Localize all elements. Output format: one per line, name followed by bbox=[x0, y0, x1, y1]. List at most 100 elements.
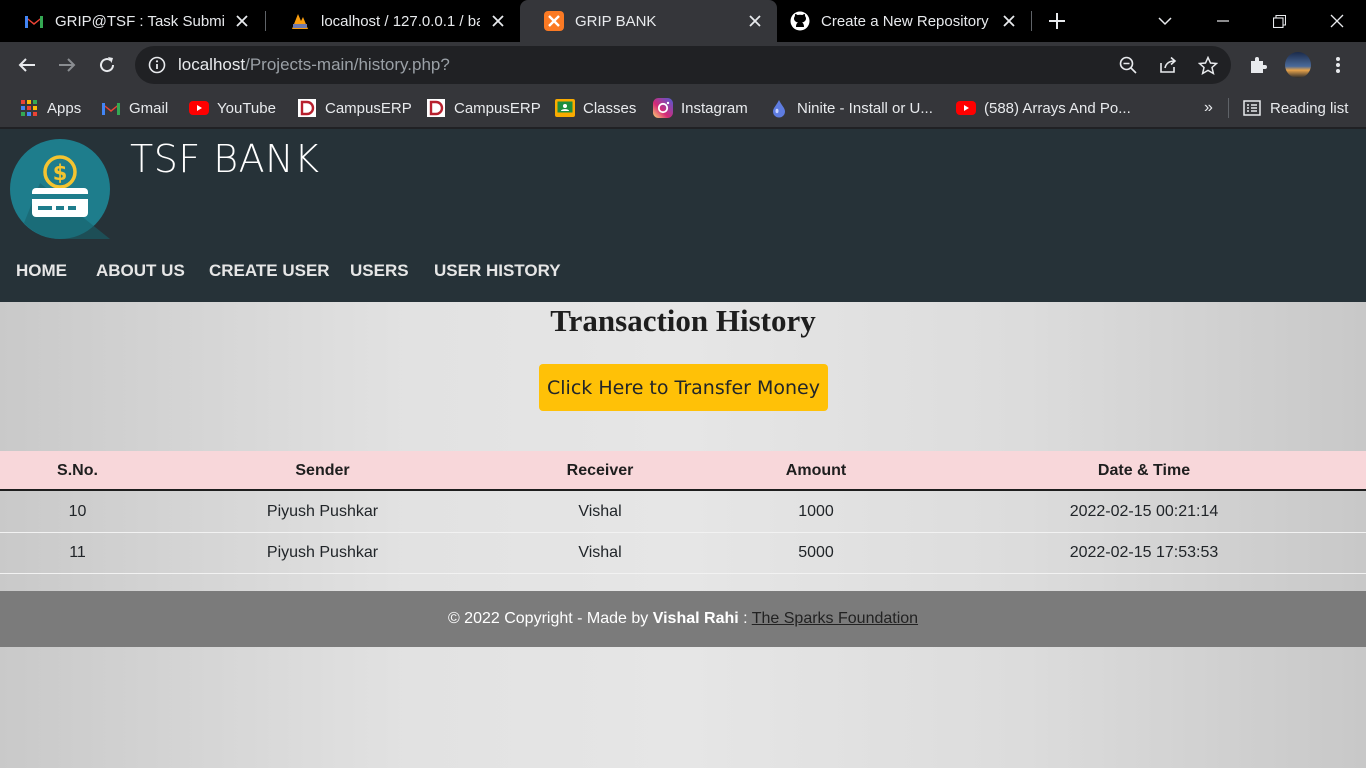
svg-text:$: $ bbox=[53, 161, 68, 185]
tab-github[interactable]: Create a New Repository bbox=[777, 0, 1031, 42]
footer-separator: : bbox=[738, 610, 752, 627]
bookmark-instagram[interactable]: Instagram bbox=[653, 96, 748, 120]
cell-receiver: Vishal bbox=[578, 544, 622, 561]
more-vert-icon bbox=[1336, 57, 1340, 73]
column-header-datetime: Date & Time bbox=[1097, 462, 1191, 479]
profile-button[interactable] bbox=[1282, 49, 1314, 81]
transfer-money-button[interactable]: Click Here to Transfer Money bbox=[539, 364, 828, 411]
gmail-icon bbox=[101, 98, 121, 118]
star-icon bbox=[1198, 55, 1218, 75]
gmail-icon bbox=[24, 11, 44, 31]
share-icon bbox=[1160, 56, 1177, 73]
menu-button[interactable] bbox=[1322, 49, 1354, 81]
column-header-amount: Amount bbox=[785, 462, 847, 479]
zoom-button[interactable] bbox=[1115, 52, 1141, 78]
cell-amount: 5000 bbox=[798, 544, 834, 561]
share-button[interactable] bbox=[1155, 52, 1181, 78]
youtube-icon bbox=[956, 98, 976, 118]
xampp-icon bbox=[544, 11, 564, 31]
cell-sno: 10 bbox=[68, 503, 87, 520]
bookmarks-separator bbox=[1228, 98, 1229, 118]
cell-receiver: Vishal bbox=[578, 503, 622, 520]
footer-copyright: © 2022 Copyright - Made by bbox=[447, 610, 653, 627]
campuserp-icon bbox=[426, 98, 446, 118]
zoom-out-icon bbox=[1119, 56, 1137, 74]
tab-phpmyadmin[interactable]: localhost / 127.0.0.1 / bank bbox=[266, 0, 520, 42]
apps-grid-icon bbox=[19, 98, 39, 118]
bookmark-campuserp[interactable]: CampusERP bbox=[297, 96, 412, 120]
bookmark-campuserp-2[interactable]: CampusERP bbox=[426, 96, 541, 120]
tab-title: GRIP BANK bbox=[575, 12, 657, 30]
nav-user-history[interactable]: USER HISTORY bbox=[434, 261, 561, 281]
extensions-button[interactable] bbox=[1242, 49, 1274, 81]
reload-button[interactable] bbox=[91, 49, 123, 81]
reading-list-button[interactable]: Reading list bbox=[1242, 96, 1348, 120]
page-viewport: $ TSF BANK HOME ABOUT US CREATE USER USE… bbox=[0, 129, 1366, 768]
restore-button[interactable] bbox=[1250, 0, 1308, 42]
bookmarks-overflow-button[interactable]: » bbox=[1204, 96, 1213, 120]
bookmark-gmail[interactable]: Gmail bbox=[101, 96, 168, 120]
plus-icon bbox=[1049, 13, 1065, 29]
table-row: 10 Piyush Pushkar Vishal 1000 2022-02-15… bbox=[0, 492, 1366, 533]
minimize-button[interactable] bbox=[1194, 0, 1252, 42]
campuserp-icon bbox=[297, 98, 317, 118]
close-window-button[interactable] bbox=[1308, 0, 1366, 42]
tab-title: localhost / 127.0.0.1 / bank bbox=[321, 12, 480, 30]
classroom-icon bbox=[555, 98, 575, 118]
tab-search-button[interactable] bbox=[1136, 0, 1194, 42]
close-tab-icon[interactable] bbox=[999, 11, 1019, 31]
table-header: S.No. Sender Receiver Amount Date & Time bbox=[0, 451, 1366, 491]
reading-list-icon bbox=[1242, 98, 1262, 118]
tab-grip-bank[interactable]: GRIP BANK bbox=[520, 0, 777, 42]
nav-about-us[interactable]: ABOUT US bbox=[96, 261, 185, 281]
info-icon bbox=[148, 56, 166, 74]
puzzle-icon bbox=[1251, 57, 1267, 73]
nav-create-user[interactable]: CREATE USER bbox=[209, 261, 330, 281]
browser-toolbar: localhost/Projects-main/history.php? bbox=[0, 42, 1366, 88]
close-icon bbox=[1330, 14, 1344, 28]
footer-author: Vishal Rahi bbox=[652, 610, 739, 627]
arrow-right-icon bbox=[59, 58, 76, 72]
column-header-receiver: Receiver bbox=[566, 462, 634, 479]
nav-users[interactable]: USERS bbox=[350, 261, 409, 281]
restore-icon bbox=[1272, 14, 1286, 28]
page-title: Transaction History bbox=[550, 303, 816, 338]
url-text[interactable]: localhost/Projects-main/history.php? bbox=[178, 46, 450, 84]
new-tab-button[interactable] bbox=[1044, 8, 1070, 34]
bookmark-apps[interactable]: Apps bbox=[19, 96, 81, 120]
chevron-down-icon bbox=[1158, 17, 1172, 26]
site-title: TSF BANK bbox=[130, 137, 320, 181]
bookmark-youtube[interactable]: YouTube bbox=[189, 96, 276, 120]
cell-datetime: 2022-02-15 00:21:14 bbox=[1069, 503, 1219, 520]
forward-button[interactable] bbox=[51, 49, 83, 81]
close-tab-icon[interactable] bbox=[232, 11, 252, 31]
column-header-sender: Sender bbox=[295, 462, 350, 479]
phpmyadmin-icon bbox=[290, 11, 310, 31]
bookmark-arrays-video[interactable]: (588) Arrays And Po... bbox=[956, 96, 1131, 120]
tab-grip-tsf[interactable]: GRIP@TSF : Task Submissio bbox=[0, 0, 264, 42]
sparks-foundation-link[interactable]: The Sparks Foundation bbox=[752, 610, 918, 627]
column-header-sno: S.No. bbox=[57, 462, 98, 479]
address-bar[interactable]: localhost/Projects-main/history.php? bbox=[135, 46, 1231, 84]
site-footer: © 2022 Copyright - Made by Vishal Rahi :… bbox=[0, 591, 1366, 647]
avatar bbox=[1285, 52, 1311, 78]
tab-separator bbox=[1031, 11, 1032, 31]
cell-sender: Piyush Pushkar bbox=[266, 503, 379, 520]
close-tab-icon[interactable] bbox=[488, 11, 508, 31]
tab-title: GRIP@TSF : Task Submissio bbox=[55, 12, 224, 30]
github-icon bbox=[790, 11, 810, 31]
cell-amount: 1000 bbox=[798, 503, 834, 520]
close-tab-icon[interactable] bbox=[745, 11, 765, 31]
back-button[interactable] bbox=[11, 49, 43, 81]
nav-home[interactable]: HOME bbox=[16, 261, 67, 281]
bookmark-star-button[interactable] bbox=[1195, 52, 1221, 78]
cell-sender: Piyush Pushkar bbox=[266, 544, 379, 561]
table-row: 11 Piyush Pushkar Vishal 5000 2022-02-15… bbox=[0, 533, 1366, 574]
minimize-icon bbox=[1217, 20, 1229, 22]
instagram-icon bbox=[653, 98, 673, 118]
cell-sno: 11 bbox=[69, 544, 86, 561]
cell-datetime: 2022-02-15 17:53:53 bbox=[1069, 544, 1219, 561]
bookmark-ninite[interactable]: Ninite - Install or U... bbox=[769, 96, 933, 120]
tab-strip: GRIP@TSF : Task Submissio localhost / 12… bbox=[0, 0, 1366, 42]
bookmark-classes[interactable]: Classes bbox=[555, 96, 636, 120]
